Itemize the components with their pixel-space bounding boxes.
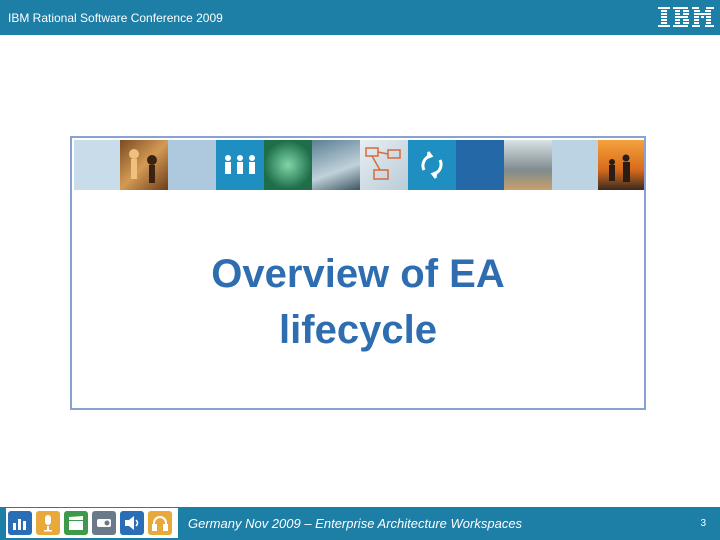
ibm-logo (658, 7, 714, 27)
headphones-icon (148, 511, 172, 535)
leaf-pattern-image (264, 140, 312, 190)
image-tile (552, 140, 598, 190)
header-bar: IBM Rational Software Conference 2009 (0, 0, 720, 35)
footer-text: Germany Nov 2009 – Enterprise Architectu… (188, 516, 523, 531)
image-tile (74, 140, 120, 190)
clapper-icon (64, 511, 88, 535)
slide-title-line-1: Overview of EA (211, 252, 505, 296)
projector-icon (92, 511, 116, 535)
books-image (504, 140, 552, 190)
chart-icon (8, 511, 32, 535)
image-tile (456, 140, 504, 190)
page-number: 3 (700, 518, 706, 529)
cycle-arrows-icon (408, 140, 456, 190)
microphone-icon (36, 511, 60, 535)
person-at-board-image (312, 140, 360, 190)
title-card: Overview of EA lifecycle (70, 136, 646, 410)
slide-title: Overview of EA lifecycle (72, 246, 644, 358)
people-walking-image (598, 140, 644, 190)
image-strip (74, 140, 644, 190)
slide-title-line-2: lifecycle (279, 308, 437, 352)
diagram-image (360, 140, 408, 190)
people-icon (216, 140, 264, 190)
conference-title: IBM Rational Software Conference 2009 (8, 11, 223, 25)
speaker-icon (120, 511, 144, 535)
footer-icon-strip (6, 508, 178, 538)
chess-pieces-image (120, 140, 168, 190)
image-tile (168, 140, 216, 190)
